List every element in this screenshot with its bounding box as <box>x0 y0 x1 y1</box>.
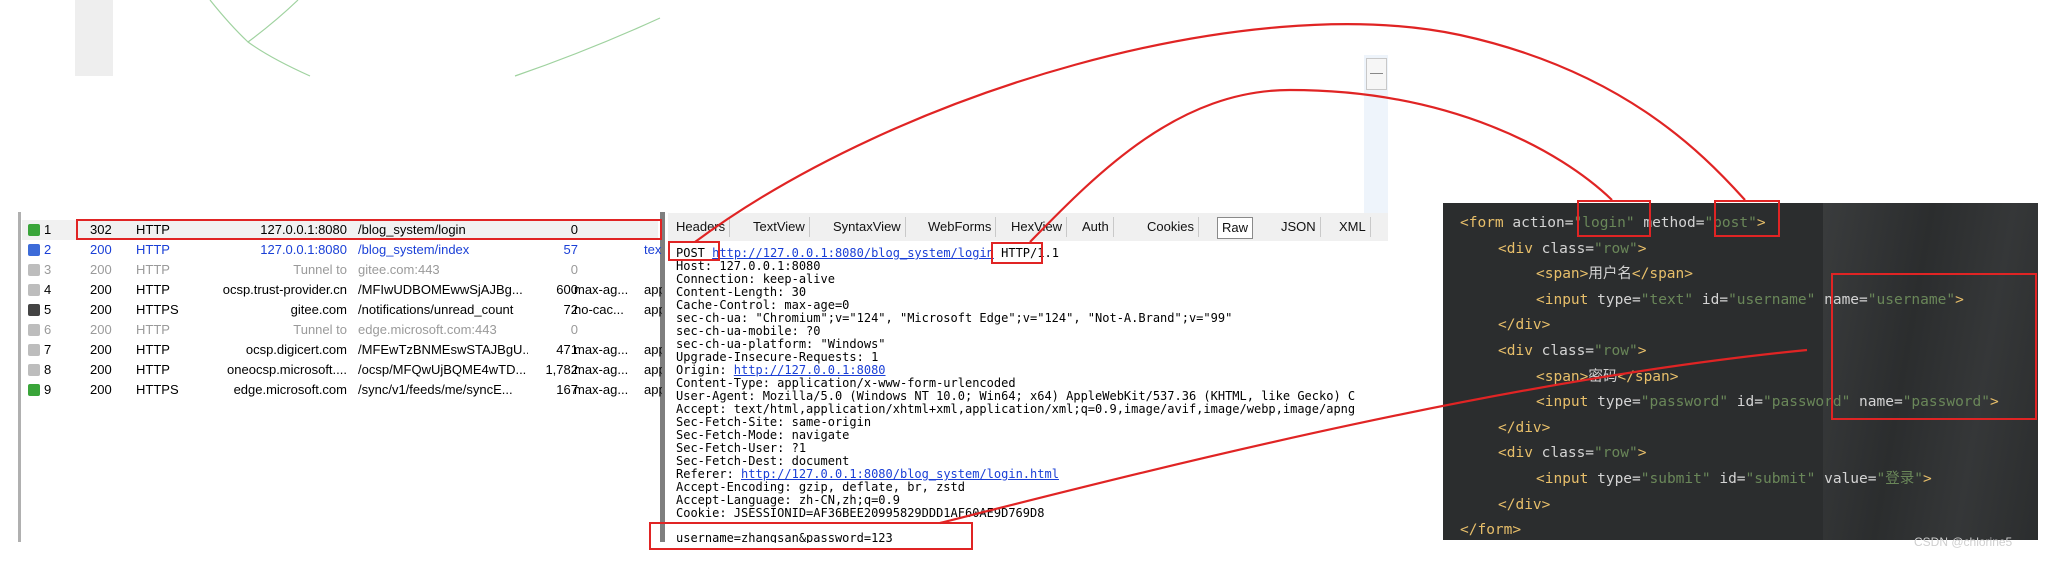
annotation-arrows <box>694 23 1808 525</box>
